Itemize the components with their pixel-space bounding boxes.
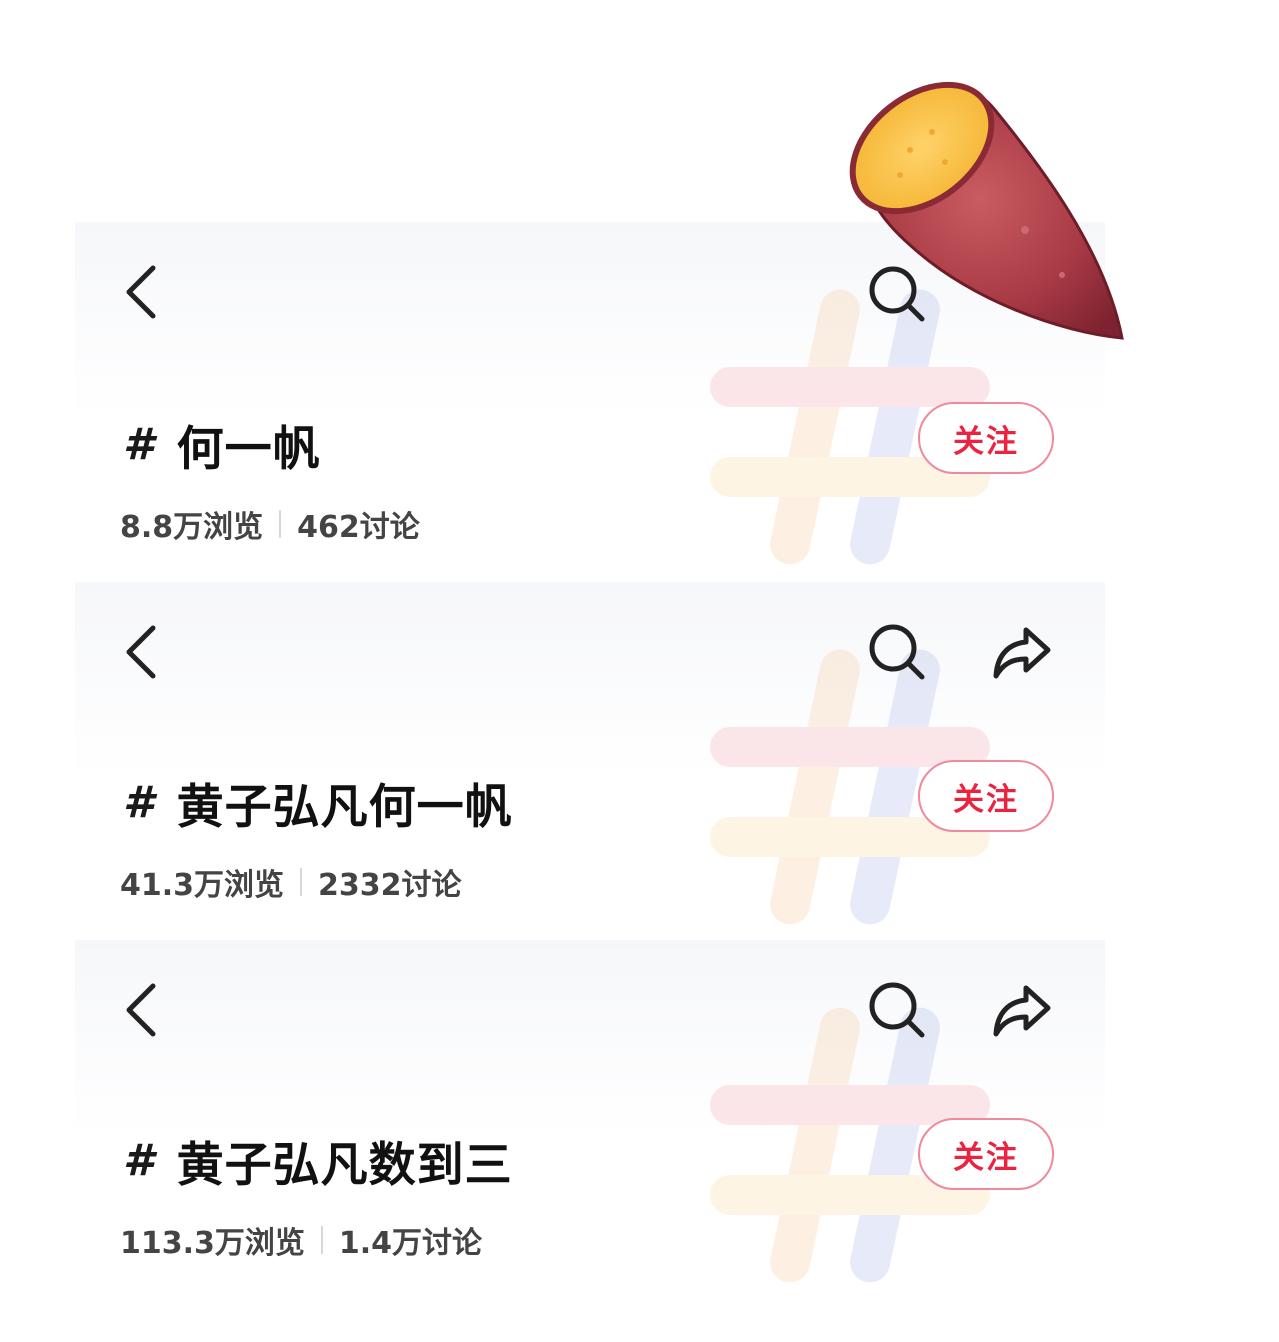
topic-title-text: 黄子弘凡数到三 bbox=[176, 1138, 513, 1193]
share-icon[interactable] bbox=[990, 978, 1054, 1042]
views-count: 113.3万浏览 bbox=[120, 1226, 305, 1261]
stats-divider bbox=[279, 510, 282, 538]
follow-button[interactable]: 关注 bbox=[918, 402, 1054, 474]
search-icon[interactable] bbox=[865, 978, 929, 1042]
back-chevron-icon[interactable] bbox=[115, 620, 171, 684]
topic-title: # 黄子弘凡何一帆 bbox=[123, 768, 513, 837]
views-count: 8.8万浏览 bbox=[120, 510, 264, 545]
back-chevron-icon[interactable] bbox=[115, 978, 171, 1042]
topic-stats: 8.8万浏览 462讨论 bbox=[120, 502, 420, 546]
sweet-potato-sticker-icon bbox=[849, 81, 1124, 340]
topic-stats: 113.3万浏览 1.4万讨论 bbox=[120, 1218, 482, 1262]
follow-button[interactable]: 关注 bbox=[918, 760, 1054, 832]
topic-title: # 何一帆 bbox=[123, 410, 321, 479]
search-icon[interactable] bbox=[865, 620, 929, 684]
topic-stats: 41.3万浏览 2332讨论 bbox=[120, 860, 462, 904]
hashtag-symbol: # bbox=[123, 419, 155, 470]
topic-header-panel-3: # 黄子弘凡数到三 113.3万浏览 1.4万讨论 关注 bbox=[75, 940, 1105, 1298]
topic-header-panel-2: # 黄子弘凡何一帆 41.3万浏览 2332讨论 关注 bbox=[75, 582, 1105, 940]
hashtag-symbol: # bbox=[123, 1135, 155, 1186]
topic-title: # 黄子弘凡数到三 bbox=[123, 1126, 513, 1195]
views-count: 41.3万浏览 bbox=[120, 868, 285, 903]
hashtag-symbol: # bbox=[123, 777, 155, 828]
discussion-count: 462讨论 bbox=[297, 510, 420, 545]
share-icon[interactable] bbox=[990, 620, 1054, 684]
stats-divider bbox=[300, 868, 303, 896]
topic-title-text: 黄子弘凡何一帆 bbox=[176, 780, 513, 835]
follow-button[interactable]: 关注 bbox=[918, 1118, 1054, 1190]
discussion-count: 1.4万讨论 bbox=[338, 1226, 483, 1261]
back-chevron-icon[interactable] bbox=[115, 260, 171, 324]
topic-title-text: 何一帆 bbox=[176, 422, 321, 477]
discussion-count: 2332讨论 bbox=[318, 868, 462, 903]
stats-divider bbox=[320, 1226, 323, 1254]
